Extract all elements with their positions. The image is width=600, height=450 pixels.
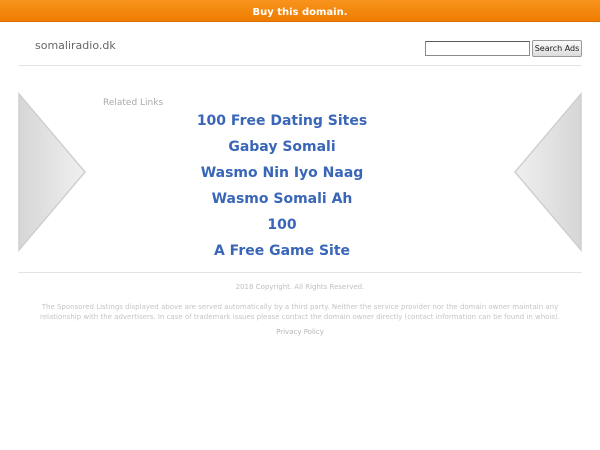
- left-arrow-icon[interactable]: [17, 92, 87, 252]
- related-link[interactable]: 100: [150, 212, 414, 238]
- buy-domain-link[interactable]: Buy this domain.: [252, 7, 347, 18]
- related-link[interactable]: 100 Free Dating Sites: [150, 108, 414, 134]
- related-links-list: 100 Free Dating Sites Gabay Somali Wasmo…: [150, 108, 414, 264]
- privacy-policy-link[interactable]: Privacy Policy: [0, 328, 600, 336]
- top-divider: [18, 65, 582, 66]
- related-links-heading: Related Links: [103, 98, 164, 108]
- right-arrow-icon[interactable]: [513, 92, 583, 252]
- related-link[interactable]: Wasmo Somali Ah: [150, 186, 414, 212]
- disclaimer-text: The Sponsored Listings displayed above a…: [40, 303, 560, 321]
- search-input[interactable]: [425, 41, 530, 56]
- related-link[interactable]: A Free Game Site: [150, 238, 414, 264]
- related-link[interactable]: Gabay Somali: [150, 134, 414, 160]
- buy-domain-banner[interactable]: Buy this domain.: [0, 0, 600, 22]
- copyright-text: 2018 Copyright. All Rights Reserved.: [235, 283, 365, 291]
- bottom-divider: [18, 272, 582, 273]
- related-link[interactable]: Wasmo Nin Iyo Naag: [150, 160, 414, 186]
- search-ads-button[interactable]: Search Ads: [532, 40, 582, 57]
- site-domain-title: somaliradio.dk: [35, 39, 116, 52]
